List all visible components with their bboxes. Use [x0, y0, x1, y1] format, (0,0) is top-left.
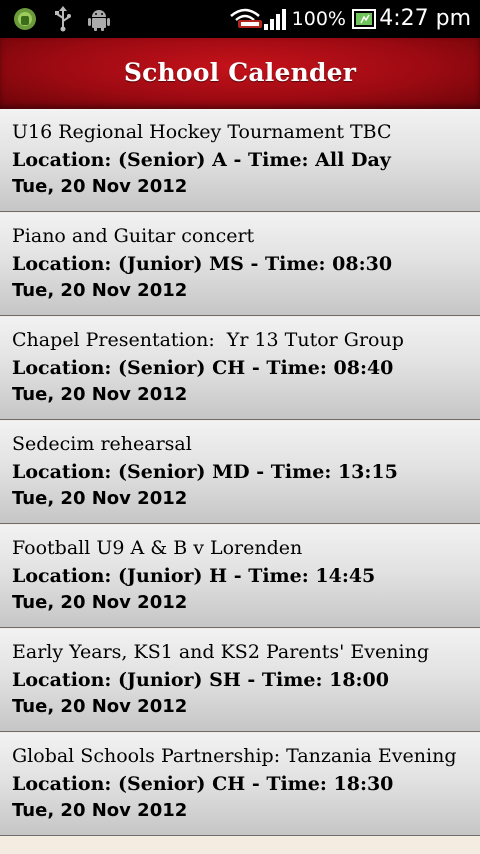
- event-item[interactable]: Chapel Presentation: Yr 13 Tutor Group L…: [0, 317, 480, 420]
- event-location-time: Location: (Junior) H - Time: 14:45: [12, 565, 376, 587]
- event-date: Tue, 20 Nov 2012: [12, 696, 188, 717]
- list-end-background: [0, 840, 480, 854]
- event-list: U16 Regional Hockey Tournament TBC Locat…: [0, 109, 480, 837]
- event-date: Tue, 20 Nov 2012: [12, 280, 188, 301]
- event-location-time: Location: (Senior) MD - Time: 13:15: [12, 461, 398, 483]
- app-header: School Calender: [0, 38, 480, 109]
- event-date: Tue, 20 Nov 2012: [12, 488, 188, 509]
- wifi-icon: [228, 6, 262, 36]
- battery-icon: [352, 6, 378, 36]
- event-item[interactable]: Global Schools Partnership: Tanzania Eve…: [0, 733, 480, 836]
- android-icon: [86, 6, 112, 36]
- event-location-time: Location: (Senior) CH - Time: 08:40: [12, 357, 394, 379]
- event-location-time: Location: (Junior) MS - Time: 08:30: [12, 253, 393, 275]
- signal-icon: [264, 6, 288, 36]
- event-item[interactable]: Football U9 A & B v Lorenden Location: (…: [0, 525, 480, 628]
- event-location-time: Location: (Senior) A - Time: All Day: [12, 149, 391, 171]
- event-location-time: Location: (Junior) SH - Time: 18:00: [12, 669, 389, 691]
- event-name: Sedecim rehearsal: [12, 433, 192, 455]
- event-date: Tue, 20 Nov 2012: [12, 176, 188, 197]
- event-name: Early Years, KS1 and KS2 Parents' Evenin…: [12, 641, 429, 663]
- event-item[interactable]: Piano and Guitar concert Location: (Juni…: [0, 213, 480, 316]
- event-date: Tue, 20 Nov 2012: [12, 592, 188, 613]
- event-location-time: Location: (Senior) CH - Time: 18:30: [12, 773, 394, 795]
- event-name: Piano and Guitar concert: [12, 225, 255, 247]
- page-title: School Calender: [123, 58, 357, 87]
- android-debug-icon: [12, 6, 38, 36]
- usb-icon: [52, 6, 74, 36]
- event-item[interactable]: Sedecim rehearsal Location: (Senior) MD …: [0, 421, 480, 524]
- event-name: Chapel Presentation: Yr 13 Tutor Group: [12, 329, 404, 351]
- event-name: Global Schools Partnership: Tanzania Eve…: [12, 745, 457, 767]
- event-item[interactable]: U16 Regional Hockey Tournament TBC Locat…: [0, 109, 480, 212]
- event-name: U16 Regional Hockey Tournament TBC: [12, 121, 392, 143]
- status-time: 4:27 pm: [379, 6, 471, 31]
- battery-percent: 100%: [291, 8, 346, 30]
- event-item[interactable]: Early Years, KS1 and KS2 Parents' Evenin…: [0, 629, 480, 732]
- status-bar: 100% 4:27 pm: [0, 0, 480, 38]
- event-date: Tue, 20 Nov 2012: [12, 800, 188, 821]
- event-date: Tue, 20 Nov 2012: [12, 384, 188, 405]
- event-name: Football U9 A & B v Lorenden: [12, 537, 303, 559]
